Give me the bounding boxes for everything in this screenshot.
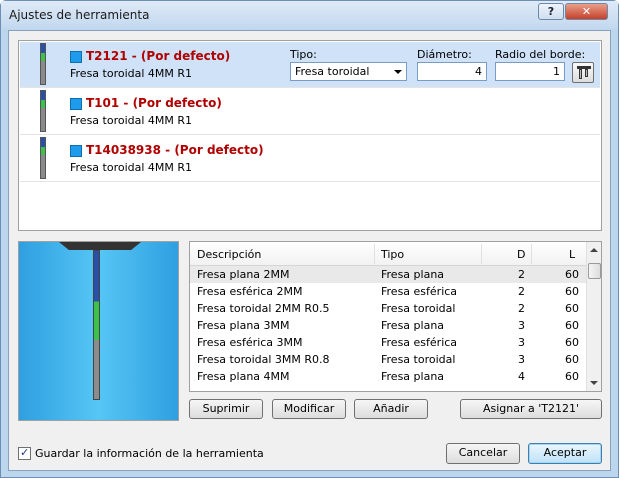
- chevron-down-icon: [394, 70, 402, 74]
- cell-description: Fresa esférica 2MM: [197, 285, 303, 298]
- cell-type: Fresa esférica: [381, 336, 458, 349]
- cell-description: Fresa esférica 3MM: [197, 336, 303, 349]
- cell-type: Fresa plana: [381, 370, 445, 383]
- cell-d: 3: [518, 353, 525, 366]
- modify-button[interactable]: Modificar: [272, 399, 346, 419]
- scroll-down-icon[interactable]: [590, 381, 598, 385]
- diameter-label: Diámetro:: [417, 48, 472, 61]
- table-row[interactable]: Fresa esférica 3MM Fresa esférica 3 60: [190, 334, 586, 351]
- title-bar: Ajustes de herramienta ? ✕: [1, 1, 618, 29]
- scroll-up-icon[interactable]: [590, 248, 598, 252]
- vertical-scrollbar[interactable]: [586, 242, 601, 391]
- cell-description: Fresa plana 4MM: [197, 370, 290, 383]
- column-header-type[interactable]: Tipo: [381, 248, 404, 261]
- type-select[interactable]: Fresa toroidal: [290, 62, 407, 81]
- close-button[interactable]: ✕: [565, 3, 608, 20]
- cell-description: Fresa plana 3MM: [197, 319, 290, 332]
- tool-name: T2121 - (Por defecto): [86, 49, 231, 63]
- tool-list: T2121 - (Por defecto) Fresa toroidal 4MM…: [18, 40, 602, 231]
- table-row[interactable]: Fresa toroidal 3MM R0.8 Fresa toroidal 3 60: [190, 351, 586, 368]
- cell-l: 60: [565, 285, 579, 298]
- cell-l: 60: [565, 268, 579, 281]
- tool-library-table: Descripción Tipo D L Fresa plana 2MM Fres…: [189, 241, 602, 392]
- tool-row-t2121[interactable]: T2121 - (Por defecto) Fresa toroidal 4MM…: [20, 42, 600, 88]
- cell-type: Fresa esférica: [381, 285, 458, 298]
- table-row[interactable]: Fresa toroidal 2MM R0.5 Fresa toroidal 2 60: [190, 300, 586, 317]
- tool-row-t14038938[interactable]: T14038938 - (Por defecto) Fresa toroidal…: [20, 136, 600, 182]
- dialog-window: Ajustes de herramienta ? ✕ T2121 - (Por …: [0, 0, 619, 478]
- tool-library-button[interactable]: [572, 62, 594, 83]
- accept-button[interactable]: Aceptar: [528, 443, 602, 464]
- edge-radius-label: Radio del borde:: [495, 48, 586, 61]
- add-button[interactable]: Añadir: [354, 399, 428, 419]
- type-label: Tipo:: [290, 48, 317, 61]
- cell-d: 2: [518, 302, 525, 315]
- cell-description: Fresa plana 2MM: [197, 268, 290, 281]
- tool-profile-icon: [40, 137, 46, 179]
- cell-d: 3: [518, 319, 525, 332]
- help-button[interactable]: ?: [538, 3, 564, 20]
- cancel-button[interactable]: Cancelar: [446, 443, 520, 464]
- cell-type: Fresa toroidal: [381, 353, 456, 366]
- dialog-body: T2121 - (Por defecto) Fresa toroidal 4MM…: [8, 30, 611, 471]
- cell-l: 60: [565, 353, 579, 366]
- scroll-thumb[interactable]: [588, 263, 601, 279]
- window-title: Ajustes de herramienta: [9, 8, 150, 22]
- cell-d: 2: [518, 285, 525, 298]
- cell-d: 3: [518, 336, 525, 349]
- column-separator: [374, 244, 375, 264]
- tool-profile-icon: [40, 43, 46, 85]
- table-body: Fresa plana 2MM Fresa plana 2 60 Fresa esfé…: [190, 266, 586, 385]
- cell-type: Fresa toroidal: [381, 302, 456, 315]
- assign-button[interactable]: Asignar a 'T2121': [460, 399, 602, 419]
- table-row[interactable]: Fresa plana 2MM Fresa plana 2 60: [190, 266, 586, 283]
- tool-holder-shape: [59, 242, 141, 250]
- cell-d: 2: [518, 268, 525, 281]
- tool-name: T14038938 - (Por defecto): [86, 143, 264, 157]
- table-header: Descripción Tipo D L: [190, 242, 586, 266]
- diameter-field[interactable]: 4: [417, 62, 487, 81]
- cell-l: 60: [565, 319, 579, 332]
- cell-l: 60: [565, 336, 579, 349]
- column-header-l[interactable]: L: [569, 248, 575, 261]
- column-separator: [531, 244, 532, 264]
- cell-type: Fresa plana: [381, 319, 445, 332]
- tool-library-icon: [577, 66, 591, 79]
- delete-button[interactable]: Suprimir: [189, 399, 263, 419]
- cell-description: Fresa toroidal 3MM R0.8: [197, 353, 330, 366]
- color-swatch-icon[interactable]: [70, 51, 82, 63]
- save-info-label[interactable]: Guardar la información de la herramienta: [35, 447, 264, 460]
- column-separator: [481, 244, 482, 264]
- tool-description: Fresa toroidal 4MM R1: [70, 114, 193, 127]
- save-info-checkbox[interactable]: ✓: [18, 446, 31, 460]
- tool-preview: [18, 241, 179, 421]
- checkmark-icon: ✓: [20, 446, 30, 459]
- tool-profile-icon: [40, 90, 46, 132]
- tool-name: T101 - (Por defecto): [86, 96, 222, 110]
- table-row[interactable]: Fresa esférica 2MM Fresa esférica 2 60: [190, 283, 586, 300]
- column-header-d[interactable]: D: [517, 248, 525, 261]
- cell-l: 60: [565, 302, 579, 315]
- cell-description: Fresa toroidal 2MM R0.5: [197, 302, 330, 315]
- type-select-value: Fresa toroidal: [295, 65, 370, 78]
- edge-radius-field[interactable]: 1: [495, 62, 565, 81]
- cell-d: 4: [518, 370, 525, 383]
- column-header-description[interactable]: Descripción: [197, 248, 261, 261]
- tool-description: Fresa toroidal 4MM R1: [70, 67, 193, 80]
- cell-type: Fresa plana: [381, 268, 445, 281]
- cell-l: 60: [565, 370, 579, 383]
- table-row[interactable]: Fresa plana 3MM Fresa plana 3 60: [190, 317, 586, 334]
- tool-row-t101[interactable]: T101 - (Por defecto) Fresa toroidal 4MM …: [20, 89, 600, 135]
- tool-shaft-shape: [93, 250, 100, 400]
- color-swatch-icon[interactable]: [70, 98, 82, 110]
- color-swatch-icon[interactable]: [70, 145, 82, 157]
- tool-description: Fresa toroidal 4MM R1: [70, 161, 193, 174]
- table-row[interactable]: Fresa plana 4MM Fresa plana 4 60: [190, 368, 586, 385]
